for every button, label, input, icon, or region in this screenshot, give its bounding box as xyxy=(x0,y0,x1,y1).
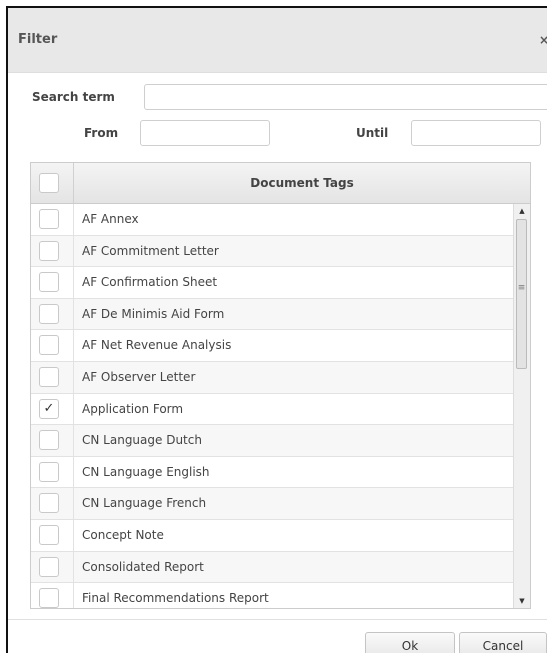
scrollbar-thumb[interactable]: ≡ xyxy=(516,219,527,369)
table-row[interactable]: AF Net Revenue Analysis xyxy=(31,330,514,362)
row-label: AF De Minimis Aid Form xyxy=(73,298,514,330)
scroll-up-icon[interactable]: ▲ xyxy=(514,204,530,218)
table-row[interactable]: Concept Note xyxy=(31,519,514,552)
table-row[interactable]: CN Language English xyxy=(31,456,514,489)
search-term-label: Search term xyxy=(32,90,115,104)
dialog-footer: Ok Cancel xyxy=(8,619,547,653)
table-row[interactable]: AF Confirmation Sheet xyxy=(31,267,514,299)
row-label: Application Form xyxy=(73,393,514,425)
row-label: Final Recommendations Report xyxy=(73,583,514,608)
ok-button[interactable]: Ok xyxy=(365,632,455,653)
vertical-scrollbar[interactable]: ▲ ≡ ▼ xyxy=(513,204,530,608)
table-row[interactable]: AF De Minimis Aid Form xyxy=(31,298,514,331)
row-checkbox[interactable] xyxy=(39,209,59,229)
table-body: AF Annex AF Commitment Letter AF Confirmat… xyxy=(31,204,514,608)
cancel-button[interactable]: Cancel xyxy=(459,632,547,653)
row-label: CN Language English xyxy=(73,456,514,488)
scroll-down-icon[interactable]: ▼ xyxy=(514,594,530,608)
row-checkbox[interactable]: ✓ xyxy=(39,398,59,419)
row-checkbox[interactable] xyxy=(39,493,59,514)
row-checkbox[interactable] xyxy=(39,240,59,261)
table-row[interactable]: AF Commitment Letter xyxy=(31,235,514,268)
row-label: AF Observer Letter xyxy=(73,361,514,393)
table-row[interactable]: AF Annex xyxy=(31,204,514,236)
row-label: AF Net Revenue Analysis xyxy=(73,330,514,361)
table-row[interactable]: CN Language French xyxy=(31,488,514,520)
row-checkbox[interactable] xyxy=(39,366,59,387)
search-term-input[interactable] xyxy=(144,84,547,110)
row-label: CN Language Dutch xyxy=(73,425,514,456)
row-checkbox[interactable] xyxy=(39,524,59,545)
from-date-input[interactable] xyxy=(140,120,270,146)
table-row[interactable]: CN Language Dutch xyxy=(31,425,514,457)
row-label: Consolidated Report xyxy=(73,551,514,583)
row-label: AF Annex xyxy=(73,204,514,235)
table-header: Document Tags xyxy=(31,163,530,204)
table-row[interactable]: AF Observer Letter xyxy=(31,361,514,394)
grip-icon: ≡ xyxy=(517,283,526,293)
row-checkbox[interactable] xyxy=(39,303,59,324)
row-checkbox[interactable] xyxy=(39,335,59,356)
row-checkbox[interactable] xyxy=(39,272,59,293)
document-tags-header: Document Tags xyxy=(73,163,530,203)
row-label: CN Language French xyxy=(73,488,514,519)
select-all-checkbox[interactable] xyxy=(39,173,59,193)
dialog-titlebar: Filter × xyxy=(8,8,547,73)
row-label: AF Confirmation Sheet xyxy=(73,267,514,298)
from-label: From xyxy=(84,126,119,140)
table-row[interactable]: ✓ Application Form xyxy=(31,393,514,426)
dialog-title: Filter xyxy=(18,32,58,47)
until-label: Until xyxy=(356,126,389,140)
row-checkbox[interactable] xyxy=(39,588,59,608)
row-checkbox[interactable] xyxy=(39,430,59,451)
row-label: AF Commitment Letter xyxy=(73,235,514,267)
document-tags-table: Document Tags AF Annex AF Commitment Lett… xyxy=(30,162,531,609)
until-date-input[interactable] xyxy=(411,120,541,146)
row-label: Concept Note xyxy=(73,519,514,551)
table-row[interactable]: Consolidated Report xyxy=(31,551,514,584)
table-row[interactable]: Final Recommendations Report xyxy=(31,583,514,608)
row-checkbox[interactable] xyxy=(39,461,59,482)
close-icon[interactable]: × xyxy=(539,33,547,47)
row-checkbox[interactable] xyxy=(39,556,59,577)
filter-dialog: Filter × Search term From Until Document… xyxy=(6,6,547,653)
